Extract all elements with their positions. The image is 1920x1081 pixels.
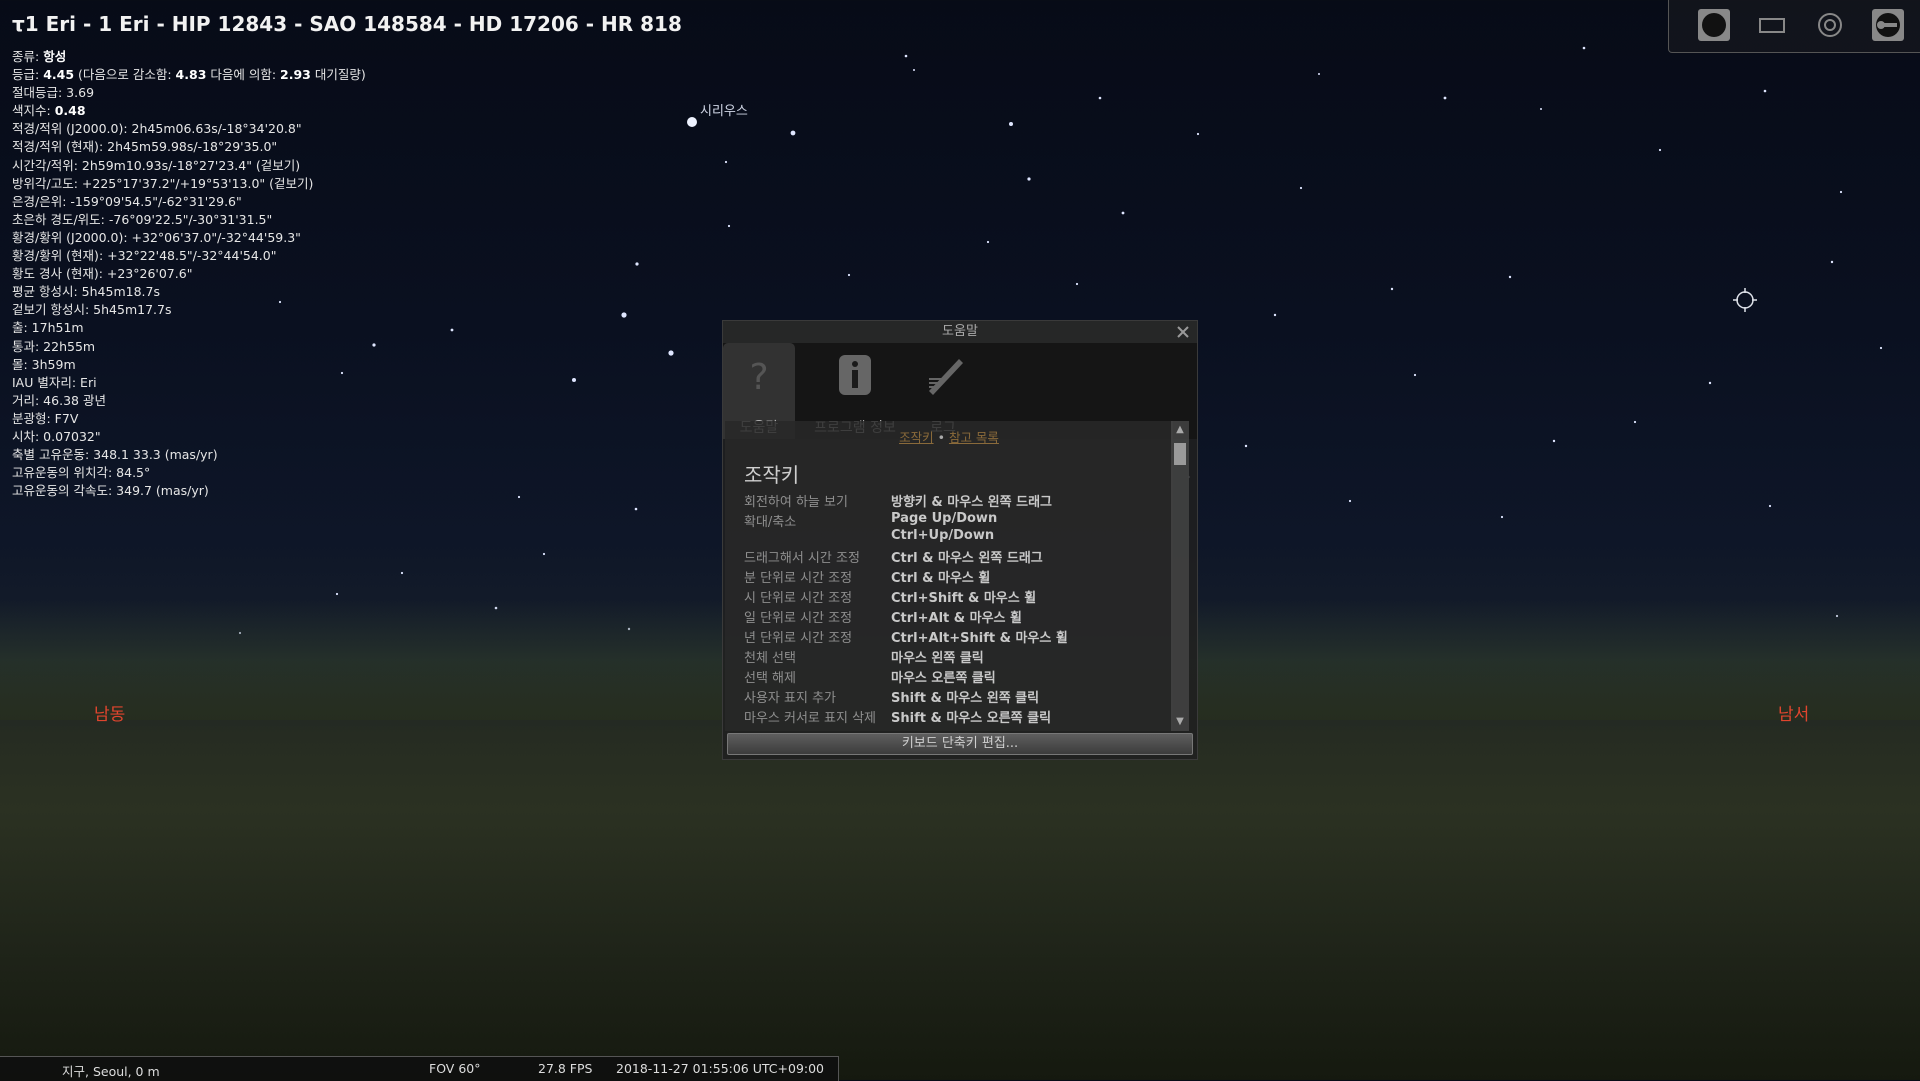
table-row: 시 단위로 시간 조정 Ctrl+Shift & 마우스 휠	[744, 591, 1037, 606]
cardinal-southwest: 남서	[1778, 705, 1810, 725]
svg-text:?: ?	[749, 357, 768, 397]
info-line: 시차: 0.07032"	[12, 428, 101, 444]
top-toolbar	[1668, 0, 1920, 53]
info-type: 종류: 항성	[12, 49, 67, 64]
scroll-down-icon[interactable]: ▼	[1173, 715, 1187, 729]
selected-object-title: τ1 Eri - 1 Eri - HIP 12843 - SAO 148584 …	[12, 12, 682, 36]
log-icon	[929, 359, 963, 395]
link-references[interactable]: 참고 목록	[949, 430, 999, 445]
fps-status: 27.8 FPS	[538, 1061, 593, 1076]
cardinal-southeast: 남동	[94, 705, 126, 725]
info-line: 황경/황위 (현재): +32°22'48.5"/-32°44'54.0"	[12, 248, 277, 264]
table-row: 천체 선택 마우스 왼쪽 클릭	[744, 651, 984, 666]
table-row: 드래그해서 시간 조정 Ctrl & 마우스 왼쪽 드래그	[744, 551, 1043, 566]
info-line: IAU 별자리: Eri	[12, 374, 97, 390]
settings-key-icon[interactable]	[1871, 8, 1905, 42]
table-row: 선택 해제 마우스 오른쪽 클릭	[744, 671, 996, 686]
help-content[interactable]: 조작키 • 참고 목록 조작키 회전하여 하늘 보기 방향키 & 마우스 왼쪽 드래그…	[725, 421, 1173, 731]
info-line: 통과: 22h55m	[12, 338, 96, 354]
info-magnitude: 등급: 4.45 (다음으로 감소함: 4.83 다음에 의함: 2.93 대기…	[12, 67, 366, 83]
info-line: 거리: 46.38 광년	[12, 392, 106, 408]
help-icon: ?	[749, 357, 768, 397]
info-line: 고유운동의 위치각: 84.5°	[12, 465, 151, 481]
info-line: 겉보기 항성시: 5h45m17.7s	[12, 302, 172, 318]
table-row: 분 단위로 시간 조정 Ctrl & 마우스 휠	[744, 571, 991, 586]
table-row: 마우스 커서로 표지 삭제 Shift & 마우스 오른쪽 클릭	[744, 711, 1052, 726]
info-line: 은경/은위: -159°09'54.5"/-62°31'29.6"	[12, 193, 242, 209]
visibility-icon[interactable]	[1813, 8, 1847, 42]
info-absolute-magnitude: 절대등급: 3.69	[12, 85, 95, 101]
close-icon[interactable]	[1175, 324, 1191, 340]
info-icon	[839, 355, 871, 395]
location-status[interactable]: 지구, Seoul, 0 m	[62, 1061, 160, 1080]
table-row: 사용자 표지 추가 Shift & 마우스 왼쪽 클릭	[744, 691, 1040, 706]
fullscreen-icon[interactable]	[1755, 8, 1789, 42]
info-line: 황경/황위 (J2000.0): +32°06'37.0"/-32°44'59.…	[12, 229, 301, 245]
star-label-sirius: 시리우스	[700, 104, 748, 119]
table-row: 확대/축소 Page Up/Down Ctrl+Up/Down	[744, 511, 998, 543]
table-row: 회전하여 하늘 보기 방향키 & 마우스 왼쪽 드래그	[744, 495, 1053, 510]
info-line: 몰: 3h59m	[12, 356, 76, 372]
section-title: 조작키	[744, 463, 800, 487]
link-controls[interactable]: 조작키	[899, 430, 934, 445]
datetime-status[interactable]: 2018-11-27 01:55:06 UTC+09:00	[616, 1061, 824, 1076]
info-line: 분광형: F7V	[12, 410, 79, 426]
dialog-titlebar[interactable]: 도움말	[723, 321, 1197, 343]
info-line: 초은하 경도/위도: -76°09'22.5"/-30°31'31.5"	[12, 211, 273, 227]
help-dialog: 도움말 ? 도움말 프로그램 정보 로그 조작키•참고 목록 조작키 회전하여 …	[722, 320, 1198, 760]
info-line: 방위각/고도: +225°17'37.2"/+19°53'13.0" (겉보기)	[12, 175, 314, 191]
scroll-up-icon[interactable]: ▲	[1173, 423, 1187, 437]
content-scrollbar[interactable]: ▲ ▼	[1171, 421, 1189, 731]
link-separator: •	[937, 430, 945, 445]
info-line: 황도 경사 (현재): +23°26'07.6"	[12, 266, 193, 282]
object-info-panel: 종류: 항성 등급: 4.45 (다음으로 감소함: 4.83 다음에 의함: …	[12, 48, 366, 500]
table-row: 년 단위로 시간 조정 Ctrl+Alt+Shift & 마우스 휠	[744, 631, 1068, 646]
info-line: 시간각/적위: 2h59m10.93s/-18°27'23.4" (겉보기)	[12, 157, 301, 173]
info-line: 적경/적위 (J2000.0): 2h45m06.63s/-18°34'20.8…	[12, 121, 302, 137]
fov-status[interactable]: FOV 60°	[429, 1061, 481, 1076]
shortcut-table: 회전하여 하늘 보기 방향키 & 마우스 왼쪽 드래그 확대/축소 Page Up/…	[744, 491, 1164, 727]
dialog-title: 도움말	[942, 324, 978, 339]
info-line: 고유운동의 각속도: 349.7 (mas/yr)	[12, 483, 209, 499]
info-line: 적경/적위 (현재): 2h45m59.98s/-18°29'35.0"	[12, 139, 278, 155]
night-mode-icon[interactable]	[1697, 8, 1731, 42]
info-line: 축별 고유운동: 348.1 33.3 (mas/yr)	[12, 447, 218, 463]
scroll-thumb[interactable]	[1174, 443, 1186, 465]
info-line: 출: 17h51m	[12, 320, 84, 336]
info-color-index: 색지수: 0.48	[12, 103, 86, 119]
info-line: 평균 항성시: 5h45m18.7s	[12, 284, 160, 300]
content-links: 조작키 • 참고 목록	[725, 427, 1173, 446]
bottom-status-bar: 지구, Seoul, 0 m FOV 60° 27.8 FPS 2018-11-…	[0, 1056, 839, 1081]
table-row: 일 단위로 시간 조정 Ctrl+Alt & 마우스 휠	[744, 611, 1023, 626]
edit-shortcuts-button[interactable]: 키보드 단축키 편집...	[727, 733, 1193, 755]
selection-marker-icon	[1733, 288, 1757, 312]
